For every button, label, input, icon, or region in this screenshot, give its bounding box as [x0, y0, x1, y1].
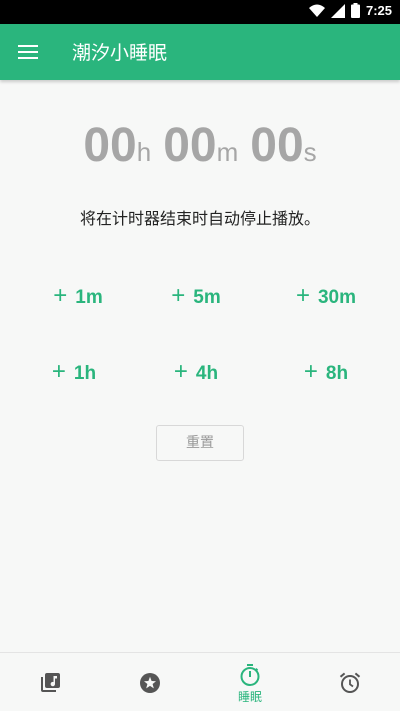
app-bar: 潮汐小睡眠	[0, 24, 400, 80]
add-8h-label: 8h	[325, 363, 349, 384]
nav-item-sleep[interactable]: 睡眠	[200, 653, 300, 711]
add-30m-label: 30m	[317, 287, 357, 308]
add-4h-label: 4h	[195, 363, 219, 384]
status-bar: 7:25	[0, 0, 400, 24]
timer-message: 将在计时器结束时自动停止播放。	[79, 209, 320, 228]
timer-hours-unit: h	[136, 137, 152, 167]
timer-seconds: 00	[250, 119, 304, 172]
nav-item-alarm[interactable]	[300, 653, 400, 711]
add-1h-button[interactable]: +1h	[19, 352, 129, 392]
plus-icon: +	[171, 282, 186, 309]
timer-display: 00h 00m 00s	[0, 118, 400, 173]
plus-icon: +	[51, 358, 66, 385]
timer-hours: 00	[83, 119, 137, 172]
add-1m-button[interactable]: +1m	[23, 276, 133, 316]
reset-button[interactable]: 重置	[156, 425, 244, 461]
timer-icon	[240, 664, 260, 686]
alarm-icon	[339, 672, 361, 693]
add-4h-button[interactable]: +4h	[141, 352, 251, 392]
music-library-icon	[41, 673, 60, 692]
add-1h-label: 1h	[73, 363, 97, 384]
add-1m-label: 1m	[75, 287, 103, 308]
plus-icon: +	[303, 358, 318, 385]
plus-icon: +	[173, 358, 188, 385]
add-5m-label: 5m	[193, 287, 221, 308]
status-time: 7:25	[365, 3, 392, 18]
signal-icon	[330, 3, 345, 18]
menu-icon[interactable]	[16, 40, 40, 64]
wifi-icon	[308, 4, 325, 17]
nav-label-sleep: 睡眠	[237, 690, 262, 704]
add-30m-button[interactable]: +30m	[271, 276, 381, 316]
add-8h-button[interactable]: +8h	[271, 352, 381, 392]
battery-icon	[350, 3, 360, 18]
star-icon	[140, 673, 160, 693]
timer-minutes: 00	[163, 119, 217, 172]
plus-icon: +	[53, 282, 68, 309]
timer-seconds-unit: s	[303, 137, 317, 167]
nav-item-favorites[interactable]	[100, 653, 200, 711]
bottom-nav: 睡眠	[0, 652, 400, 711]
nav-item-music[interactable]	[0, 653, 100, 711]
plus-icon: +	[295, 282, 310, 309]
app-title: 潮汐小睡眠	[72, 42, 168, 64]
timer-minutes-unit: m	[216, 137, 239, 167]
add-5m-button[interactable]: +5m	[141, 276, 251, 316]
